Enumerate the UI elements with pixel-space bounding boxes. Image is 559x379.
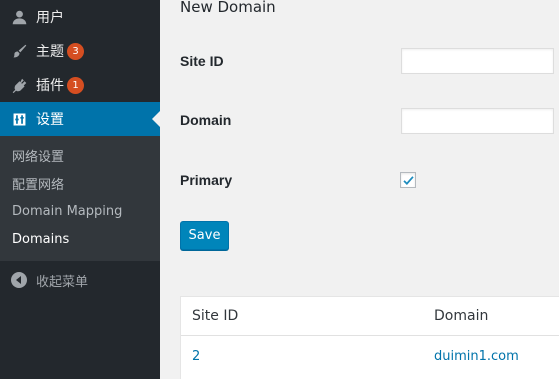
collapse-icon xyxy=(10,271,28,289)
primary-checkbox[interactable] xyxy=(400,172,416,188)
site-id-link[interactable]: 2 xyxy=(192,349,200,364)
main-content: New Domain Site ID Domain Primary Save S… xyxy=(160,0,559,379)
menu-item-users[interactable]: 用户 xyxy=(0,0,160,34)
submenu-domain-mapping[interactable]: Domain Mapping xyxy=(0,197,160,225)
menu-item-themes[interactable]: 主题 3 xyxy=(0,34,160,68)
update-count-badge: 3 xyxy=(67,42,84,60)
user-icon xyxy=(10,8,28,26)
domain-label: Domain xyxy=(180,112,232,128)
column-header-site-id: Site ID xyxy=(192,308,239,324)
primary-label: Primary xyxy=(180,172,233,188)
brush-icon xyxy=(10,42,28,60)
collapse-menu-button[interactable]: 收起菜单 xyxy=(0,263,160,297)
domain-input[interactable] xyxy=(401,108,554,134)
menu-item-settings[interactable]: 设置 xyxy=(0,102,160,136)
admin-sidebar: 用户 主题 3 插件 1 设置 网络设置 配置网络 Domain Mapping… xyxy=(0,0,160,379)
update-count-badge: 1 xyxy=(67,76,84,94)
settings-icon xyxy=(10,110,28,128)
checkmark-icon xyxy=(402,175,414,185)
collapse-label: 收起菜单 xyxy=(36,274,89,290)
menu-label: 设置 xyxy=(36,112,64,128)
domains-table: Site ID Domain 2 duimin1.com xyxy=(180,296,559,379)
plugin-icon xyxy=(10,76,28,94)
column-header-domain: Domain xyxy=(434,308,489,324)
save-button[interactable]: Save xyxy=(180,221,229,250)
submenu-configure-network[interactable]: 配置网络 xyxy=(0,169,160,197)
submenu-domains[interactable]: Domains xyxy=(0,225,160,253)
menu-label: 主题 xyxy=(36,44,64,60)
settings-submenu: 网络设置 配置网络 Domain Mapping Domains xyxy=(0,136,160,261)
table-row: 2 duimin1.com xyxy=(181,336,559,376)
table-header: Site ID Domain xyxy=(181,297,559,336)
menu-label: 用户 xyxy=(36,10,64,26)
submenu-network-settings[interactable]: 网络设置 xyxy=(0,141,160,169)
menu-label: 插件 xyxy=(36,78,64,94)
menu-item-plugins[interactable]: 插件 1 xyxy=(0,68,160,102)
site-id-input[interactable] xyxy=(401,48,554,74)
page-heading: New Domain xyxy=(180,0,276,16)
domain-link[interactable]: duimin1.com xyxy=(434,349,519,364)
site-id-label: Site ID xyxy=(180,53,224,69)
